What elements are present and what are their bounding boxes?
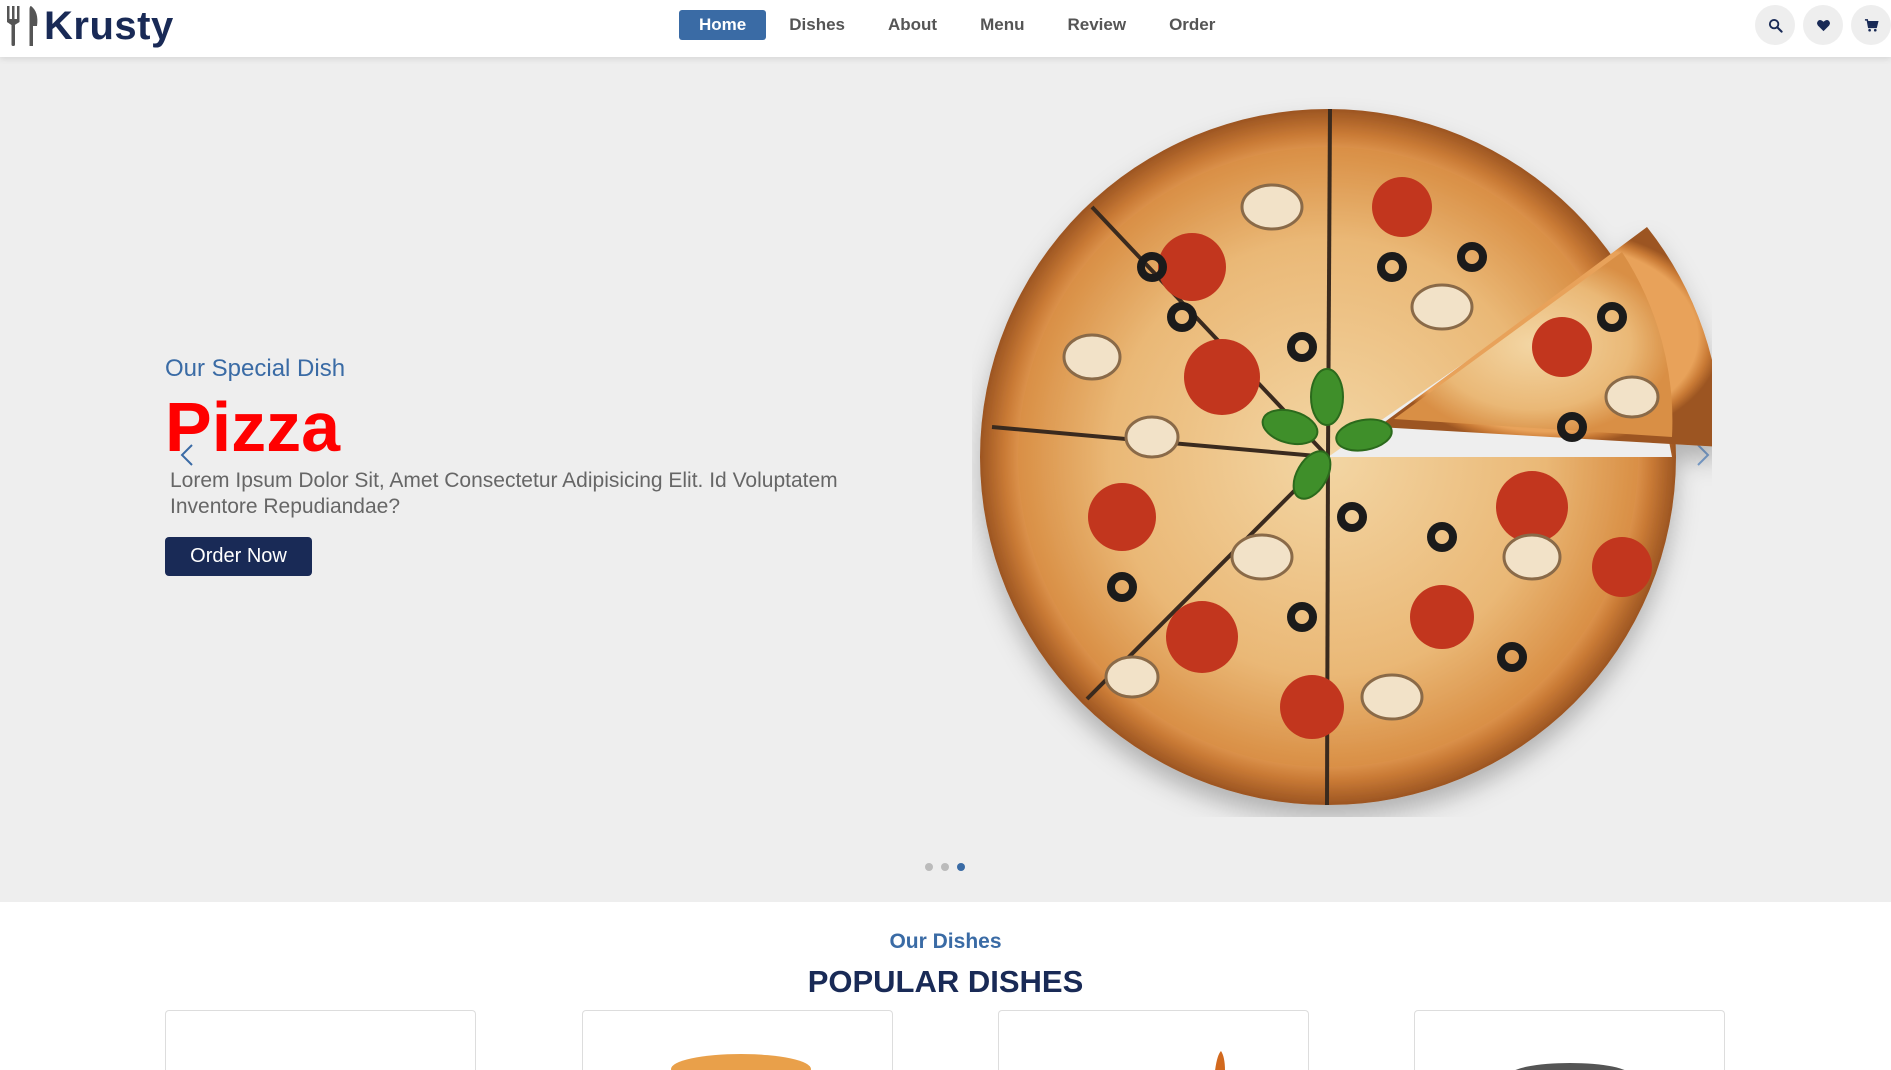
nav-dishes[interactable]: Dishes (769, 10, 865, 40)
dish-card[interactable] (165, 1010, 476, 1070)
site-header: Krusty Home Dishes About Menu Review Ord… (0, 0, 1891, 57)
favorites-button[interactable] (1803, 5, 1843, 45)
cart-icon (1864, 18, 1879, 31)
section-subtitle: Our Dishes (889, 930, 1002, 953)
main-nav: Home Dishes About Menu Review Order (679, 9, 1238, 40)
nav-menu[interactable]: Menu (960, 10, 1044, 40)
search-button[interactable] (1755, 5, 1795, 45)
dish-card[interactable] (998, 1010, 1309, 1070)
search-icon (1768, 18, 1783, 33)
header-icons (1747, 5, 1891, 45)
dish-image (1515, 1063, 1625, 1070)
prev-slide-arrow-icon[interactable] (176, 437, 200, 473)
dish-image (671, 1054, 811, 1070)
cart-button[interactable] (1851, 5, 1891, 45)
slide-dot-1[interactable] (925, 863, 933, 871)
nav-about[interactable]: About (868, 10, 957, 40)
logo-text: Krusty (44, 3, 174, 48)
hero-description: Lorem Ipsum Dolor Sit, Amet Consectetur … (170, 469, 838, 519)
slide-dot-3[interactable] (957, 863, 965, 871)
dishes-section: Our Dishes POPULAR DISHES (0, 902, 1891, 1070)
hero-subtitle: Our Special Dish (165, 355, 346, 382)
slide-dot-2[interactable] (941, 863, 949, 871)
nav-order[interactable]: Order (1149, 10, 1235, 40)
dish-card[interactable] (582, 1010, 893, 1070)
utensils-icon (7, 6, 38, 46)
dish-image (1215, 1051, 1225, 1070)
logo[interactable]: Krusty (4, 2, 174, 50)
order-now-button[interactable]: Order Now (165, 537, 312, 576)
nav-home[interactable]: Home (679, 9, 767, 40)
section-title: POPULAR DISHES (807, 964, 1084, 999)
pizza-image (980, 108, 1712, 806)
dish-card[interactable] (1414, 1010, 1725, 1070)
nav-review[interactable]: Review (1047, 10, 1146, 40)
heart-icon (1816, 19, 1830, 31)
slider-pagination (925, 863, 973, 871)
hero-slider: Our Special Dish Pizza Lorem Ipsum Dolor… (0, 57, 1891, 902)
